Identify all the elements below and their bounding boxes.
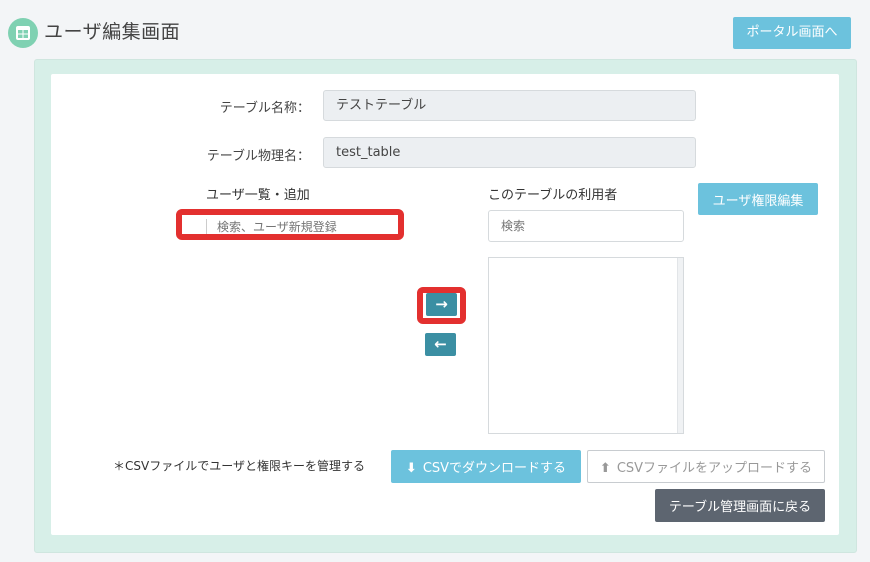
arrow-right-icon[interactable]: →	[426, 293, 457, 316]
table-users-label: このテーブルの利用者	[488, 188, 618, 203]
user-search-input[interactable]	[206, 219, 374, 234]
page-header: ユーザ編集画面 ポータル画面へ	[0, 0, 870, 60]
table-users-search-input[interactable]	[488, 210, 684, 242]
list-scrollbar[interactable]	[677, 258, 683, 433]
physical-name-field[interactable]: test_table	[323, 137, 696, 168]
upload-icon: ⬆	[599, 461, 611, 476]
csv-upload-button[interactable]: ⬆ CSVファイルをアップロードする	[587, 450, 825, 483]
csv-note: ＊CSVファイルでユーザと権限キーを管理する	[113, 459, 365, 473]
csv-upload-label: CSVファイルをアップロードする	[616, 461, 813, 476]
table-name-label: テーブル名称：	[219, 101, 310, 116]
arrow-left-icon[interactable]: ←	[425, 333, 456, 356]
page-title: ユーザ編集画面	[44, 21, 181, 43]
csv-download-button[interactable]: ⬇ CSVでダウンロードする	[391, 450, 581, 483]
table-name-field[interactable]: テストテーブル	[323, 90, 696, 121]
table-users-list[interactable]	[488, 257, 684, 434]
user-search-highlight	[176, 209, 404, 240]
table-grid-icon	[8, 18, 38, 48]
permission-edit-button[interactable]: ユーザ権限編集	[698, 183, 818, 215]
csv-download-label: CSVでダウンロードする	[422, 461, 567, 476]
portal-button[interactable]: ポータル画面へ	[733, 17, 851, 49]
user-list-label: ユーザ一覧・追加	[206, 188, 310, 203]
physical-name-label: テーブル物理名：	[206, 149, 310, 164]
download-icon: ⬇	[405, 461, 417, 476]
back-to-table-management-button[interactable]: テーブル管理画面に戻る	[655, 489, 825, 522]
